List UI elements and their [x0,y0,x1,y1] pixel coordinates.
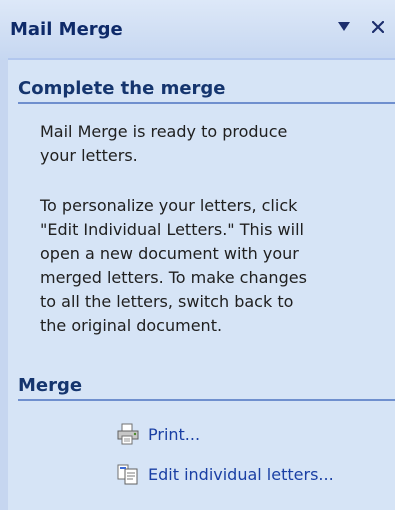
ready-paragraph: Mail Merge is ready to produce your lett… [40,120,380,168]
task-pane-titlebar: Mail Merge [0,0,395,60]
mail-merge-task-pane: Mail Merge Complete the merge Mail Merge… [0,0,395,510]
pane-left-edge [0,60,8,510]
personalize-line: "Edit Individual Letters." This will [40,220,304,239]
print-link-label: Print... [148,424,201,444]
pane-title: Mail Merge [10,19,123,40]
ready-line: Mail Merge is ready to produce [40,122,288,141]
edit-individual-letters-link[interactable]: Edit individual letters... [116,462,334,486]
printer-icon [116,422,140,446]
triangle-down-icon[interactable] [335,18,353,36]
print-link[interactable]: Print... [116,422,200,446]
personalize-paragraph: To personalize your letters, click "Edit… [40,194,380,338]
document-edit-icon [116,462,140,486]
pane-content: Complete the merge Mail Merge is ready t… [8,60,395,510]
personalize-line: open a new document with your [40,244,299,263]
edit-individual-letters-label: Edit individual letters... [148,464,334,484]
personalize-line: the original document. [40,316,223,335]
titlebar-controls [335,18,387,36]
ready-line: your letters. [40,146,138,165]
section-divider [18,102,395,104]
personalize-line: to all the letters, switch back to [40,292,294,311]
close-icon[interactable] [369,18,387,36]
section-heading-complete-the-merge: Complete the merge [18,78,226,99]
personalize-line: merged letters. To make changes [40,268,307,287]
personalize-line: To personalize your letters, click [40,196,298,215]
section-divider [18,399,395,401]
section-heading-merge: Merge [18,375,83,396]
